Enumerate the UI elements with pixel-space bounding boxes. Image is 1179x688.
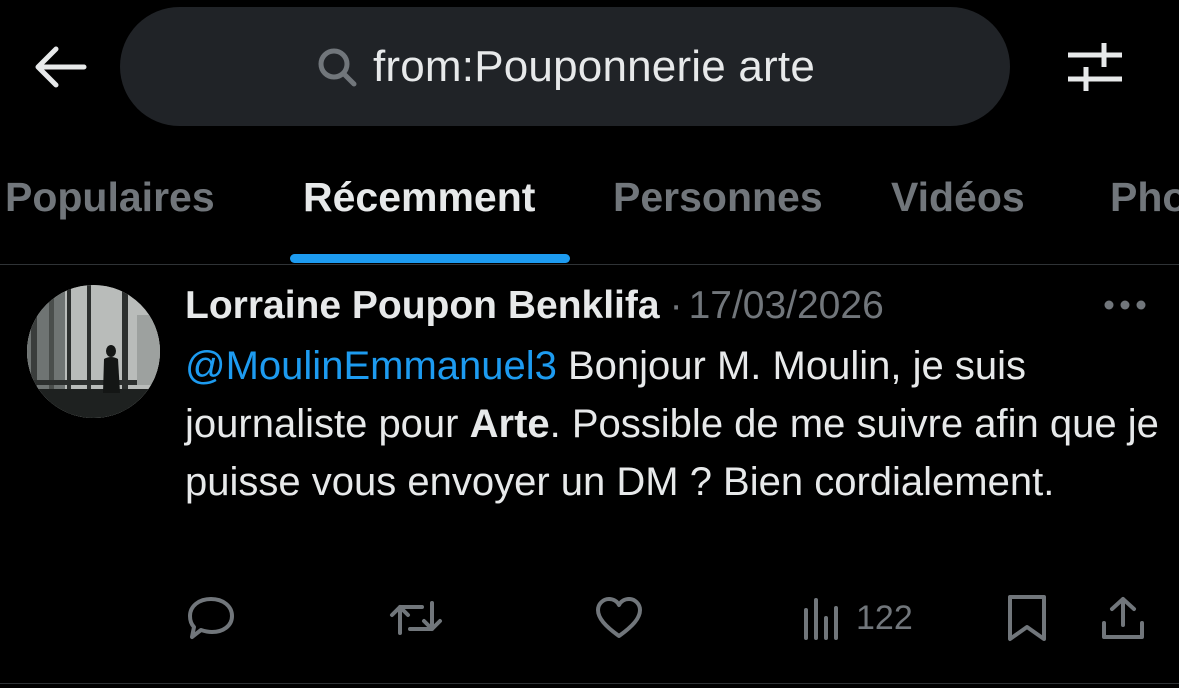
arrow-left-icon: [35, 46, 87, 88]
bookmark-button[interactable]: [1006, 593, 1048, 643]
tweet[interactable]: Lorraine Poupon Benklifa · 17/03/2026 @M…: [0, 265, 1179, 683]
search-filter-button[interactable]: [1064, 38, 1126, 96]
repost-button[interactable]: [388, 593, 444, 643]
search-query-text: from:Pouponnerie arte: [372, 41, 815, 91]
tab-videos[interactable]: Vidéos: [891, 174, 1025, 221]
tab-photos[interactable]: Photos: [1110, 174, 1179, 221]
reply-button[interactable]: [186, 593, 236, 643]
search-input[interactable]: from:Pouponnerie arte: [120, 7, 1010, 126]
bar-chart-icon: [804, 598, 838, 640]
tweet-text-bold: Arte: [469, 402, 550, 446]
author-name[interactable]: Lorraine Poupon Benklifa: [185, 284, 660, 328]
speech-bubble-icon: [188, 597, 234, 639]
avatar[interactable]: [27, 285, 160, 418]
search-tabs: Populaires Récemment Personnes Vidéos Ph…: [0, 136, 1179, 264]
search-icon: [315, 45, 359, 89]
tab-personnes[interactable]: Personnes: [613, 174, 823, 221]
views-button[interactable]: 122: [802, 593, 913, 643]
tab-populaires[interactable]: Populaires: [5, 174, 215, 221]
active-tab-indicator: [290, 254, 570, 263]
tweet-header: Lorraine Poupon Benklifa · 17/03/2026: [185, 281, 884, 331]
more-options-button[interactable]: [1100, 287, 1150, 323]
tweet-date[interactable]: 17/03/2026: [689, 284, 884, 328]
share-button[interactable]: [1100, 593, 1146, 643]
tweet-divider: [0, 683, 1179, 684]
like-button[interactable]: [595, 593, 643, 643]
share-upload-icon: [1102, 597, 1144, 639]
back-button[interactable]: [28, 38, 92, 96]
heart-icon: [596, 597, 642, 638]
top-bar: from:Pouponnerie arte: [0, 0, 1179, 135]
header-separator: ·: [669, 284, 683, 327]
ellipsis-icon: [1104, 300, 1146, 310]
tab-recemment[interactable]: Récemment: [303, 174, 535, 221]
sliders-icon: [1068, 43, 1122, 91]
mention-link[interactable]: @MoulinEmmanuel3: [185, 344, 557, 388]
views-count: 122: [856, 598, 913, 637]
repost-arrows-icon: [390, 601, 442, 635]
bookmark-icon: [1008, 595, 1046, 641]
tweet-text: @MoulinEmmanuel3 Bonjour M. Moulin, je s…: [185, 337, 1160, 511]
